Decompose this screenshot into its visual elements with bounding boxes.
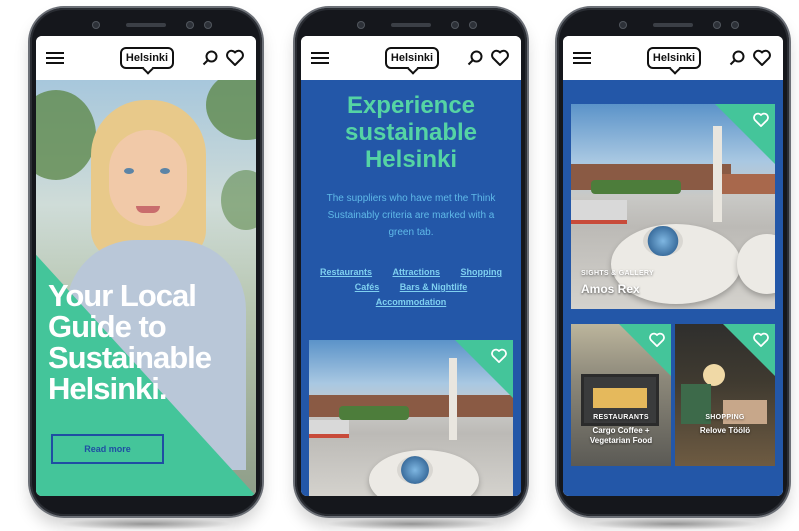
- proximity-sensor: [204, 21, 212, 29]
- hamburger-menu-icon[interactable]: [46, 52, 64, 64]
- hero-title: Your Local Guide to Sustainable Helsinki…: [48, 278, 212, 406]
- iris-sensor: [451, 21, 459, 29]
- dome-skylight: [643, 226, 683, 256]
- tree-row: [339, 406, 409, 420]
- intro-description: The suppliers who have met the Think Sus…: [326, 193, 496, 238]
- iris-sensor: [713, 21, 721, 29]
- link-shopping[interactable]: Shopping: [460, 265, 502, 279]
- phone-sensor-bar: [30, 20, 262, 30]
- window-light: [593, 388, 647, 408]
- clock-tower: [713, 126, 722, 222]
- read-more-button[interactable]: Read more: [51, 434, 164, 464]
- tree-foliage: [206, 80, 256, 140]
- helsinki-logo[interactable]: Helsinki: [385, 47, 439, 69]
- card-title: Relove Töölö: [699, 426, 751, 435]
- phone-listing: Helsinki SIGHTS & GALLERY Amos Rex RESTA…: [557, 8, 789, 530]
- tree-foliage: [221, 170, 256, 230]
- link-accommodation[interactable]: Accommodation: [376, 295, 447, 309]
- top-navbar: Helsinki: [563, 36, 783, 80]
- listing-page: SIGHTS & GALLERY Amos Rex RESTAURANTS Ca…: [563, 80, 783, 496]
- heart-icon[interactable]: [753, 49, 771, 66]
- search-icon[interactable]: [202, 50, 218, 66]
- screen-listing: Helsinki SIGHTS & GALLERY Amos Rex RESTA…: [563, 36, 783, 496]
- featured-card-photo[interactable]: [309, 340, 513, 496]
- speaker-grille: [653, 23, 693, 27]
- search-icon[interactable]: [729, 50, 745, 66]
- phone-home: Helsinki Your Local Guide to Sustainable…: [30, 8, 262, 530]
- card-category: SHOPPING: [705, 414, 745, 421]
- card-cargo-coffee[interactable]: RESTAURANTS Cargo Coffee + Vegetarian Fo…: [571, 324, 671, 466]
- proximity-sensor: [469, 21, 477, 29]
- front-camera: [92, 21, 100, 29]
- phone-sensor-bar: [557, 20, 789, 30]
- featured-card-amos-rex[interactable]: SIGHTS & GALLERY Amos Rex: [571, 104, 775, 309]
- speaker-grille: [391, 23, 431, 27]
- helsinki-logo[interactable]: Helsinki: [120, 47, 174, 69]
- proximity-sensor: [731, 21, 739, 29]
- heart-icon[interactable]: [491, 49, 509, 66]
- market-tent: [571, 200, 627, 224]
- card-category: RESTAURANTS: [593, 414, 649, 421]
- phone-sensor-bar: [295, 20, 527, 30]
- eye: [124, 168, 134, 174]
- heart-icon[interactable]: [753, 332, 769, 347]
- page-title: Experience sustainable Helsinki: [344, 92, 478, 173]
- tree-foliage: [36, 90, 96, 180]
- link-cafes[interactable]: Cafés: [355, 280, 380, 294]
- card-title: Cargo Coffee + Vegetarian Food: [589, 426, 653, 445]
- top-navbar: Helsinki: [36, 36, 256, 80]
- top-navbar: Helsinki: [301, 36, 521, 80]
- hero-image: Your Local Guide to Sustainable Helsinki…: [36, 80, 256, 496]
- market-tent: [309, 420, 349, 438]
- heart-icon[interactable]: [491, 348, 507, 363]
- phone-sustainable: Helsinki Experience sustainable Helsinki…: [295, 8, 527, 530]
- screen-sustainable: Helsinki Experience sustainable Helsinki…: [301, 36, 521, 496]
- heart-icon[interactable]: [226, 49, 244, 66]
- link-attractions[interactable]: Attractions: [393, 265, 441, 279]
- card-title: Amos Rex: [581, 282, 640, 296]
- iris-sensor: [186, 21, 194, 29]
- tree-row: [591, 180, 681, 194]
- hamburger-menu-icon[interactable]: [311, 52, 329, 64]
- link-bars-nightlife[interactable]: Bars & Nightlife: [400, 280, 468, 294]
- hamburger-menu-icon[interactable]: [573, 52, 591, 64]
- clock-tower: [449, 358, 457, 440]
- card-category: SIGHTS & GALLERY: [581, 270, 654, 277]
- eye: [160, 168, 170, 174]
- heart-icon[interactable]: [649, 332, 665, 347]
- front-camera: [619, 21, 627, 29]
- screen-home: Helsinki Your Local Guide to Sustainable…: [36, 36, 256, 496]
- building: [721, 174, 775, 194]
- search-icon[interactable]: [467, 50, 483, 66]
- smile: [136, 206, 160, 213]
- sustainable-intro: Experience sustainable Helsinki The supp…: [301, 80, 521, 496]
- lamp: [703, 364, 725, 386]
- category-links: Restaurants Attractions Shopping Cafés B…: [307, 264, 515, 309]
- helsinki-logo[interactable]: Helsinki: [647, 47, 701, 69]
- front-camera: [357, 21, 365, 29]
- card-relove-toolo[interactable]: SHOPPING Relove Töölö: [675, 324, 775, 466]
- amos-rex-dome: [737, 234, 775, 294]
- dome-skylight: [397, 456, 433, 484]
- speaker-grille: [126, 23, 166, 27]
- heart-icon[interactable]: [753, 112, 769, 127]
- link-restaurants[interactable]: Restaurants: [320, 265, 372, 279]
